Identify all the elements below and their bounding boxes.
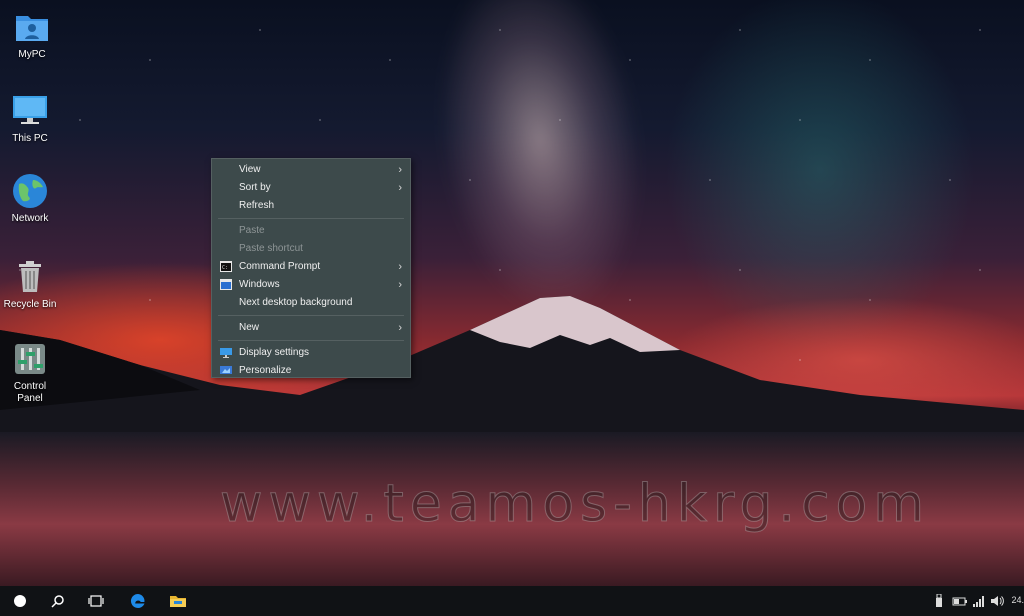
menu-item-paste-shortcut[interactable]: Paste shortcut bbox=[212, 240, 410, 258]
menu-item-label: New bbox=[239, 322, 260, 333]
desktop-icon-control-panel[interactable]: Control Panel bbox=[0, 340, 62, 405]
desktop-icon-network[interactable]: Network bbox=[0, 172, 62, 225]
svg-text:C:: C: bbox=[222, 265, 228, 271]
desktop-icon-label: MyPC bbox=[18, 49, 46, 60]
edge-icon bbox=[130, 593, 145, 608]
menu-item-label: Paste bbox=[239, 225, 265, 236]
menu-item-label: View bbox=[239, 164, 261, 175]
menu-item-label: Next desktop background bbox=[239, 297, 353, 308]
menu-item-label: Command Prompt bbox=[239, 261, 321, 272]
chevron-right-icon: › bbox=[398, 322, 402, 334]
menu-separator bbox=[218, 315, 404, 316]
menu-item-paste[interactable]: Paste bbox=[212, 222, 410, 240]
watermark-text: www.teamos-hkrg.com bbox=[219, 474, 931, 535]
battery-icon[interactable] bbox=[952, 594, 968, 608]
desktop-context-menu: View › Sort by › Refresh Paste Paste sho… bbox=[211, 158, 411, 378]
globe-icon bbox=[13, 174, 47, 208]
menu-item-sort-by[interactable]: Sort by › bbox=[212, 179, 410, 197]
menu-item-label: Sort by bbox=[239, 182, 271, 193]
user-folder-icon bbox=[16, 16, 48, 41]
task-view-icon bbox=[88, 595, 104, 607]
control-panel-icon bbox=[15, 344, 45, 374]
desktop-wallpaper[interactable]: www.teamos-hkrg.com bbox=[0, 0, 1024, 586]
desktop-icon-label: Network bbox=[11, 213, 49, 224]
desktop-icon-label: This PC bbox=[12, 133, 48, 144]
network-icon[interactable] bbox=[972, 594, 986, 608]
desktop-icon-mypc[interactable]: MyPC bbox=[0, 8, 64, 61]
usb-icon[interactable] bbox=[934, 594, 944, 608]
window-icon bbox=[220, 279, 232, 290]
menu-item-label: Windows bbox=[239, 279, 280, 290]
edge-button[interactable] bbox=[120, 586, 156, 616]
start-icon bbox=[14, 595, 26, 607]
desktop-icon-this-pc[interactable]: This PC bbox=[0, 92, 62, 145]
wallpaper-mountain bbox=[0, 296, 1024, 440]
chevron-right-icon: › bbox=[398, 182, 402, 194]
recycle-bin-icon bbox=[19, 261, 41, 292]
menu-item-windows[interactable]: Windows › bbox=[212, 276, 410, 294]
chevron-right-icon: › bbox=[398, 164, 402, 176]
menu-item-label: Refresh bbox=[239, 200, 275, 211]
menu-separator bbox=[218, 218, 404, 219]
menu-item-label: Display settings bbox=[239, 347, 310, 358]
chevron-right-icon: › bbox=[398, 261, 402, 273]
command-prompt-icon: C: bbox=[220, 261, 232, 272]
display-settings-icon bbox=[220, 348, 232, 358]
search-button[interactable] bbox=[40, 586, 76, 616]
menu-item-personalize[interactable]: Personalize bbox=[212, 362, 410, 380]
menu-item-label: Personalize bbox=[239, 365, 292, 376]
menu-item-new[interactable]: New › bbox=[212, 319, 410, 337]
menu-item-label: Paste shortcut bbox=[239, 243, 303, 254]
personalize-icon bbox=[220, 366, 232, 374]
menu-item-view[interactable]: View › bbox=[212, 161, 410, 179]
search-icon bbox=[51, 595, 64, 608]
desktop-icon-label: Recycle Bin bbox=[3, 299, 57, 310]
file-explorer-icon bbox=[170, 596, 186, 607]
desktop-icon-recycle-bin[interactable]: Recycle Bin bbox=[0, 258, 62, 311]
taskbar-clock[interactable]: 24. bbox=[1011, 595, 1024, 605]
task-view-button[interactable] bbox=[78, 586, 114, 616]
file-explorer-button[interactable] bbox=[160, 586, 196, 616]
taskbar: 24. bbox=[0, 586, 1024, 616]
menu-separator bbox=[218, 340, 404, 341]
menu-item-display-settings[interactable]: Display settings bbox=[212, 344, 410, 362]
menu-item-refresh[interactable]: Refresh bbox=[212, 197, 410, 215]
menu-item-command-prompt[interactable]: C: Command Prompt › bbox=[212, 258, 410, 276]
volume-icon[interactable] bbox=[990, 594, 1004, 608]
chevron-right-icon: › bbox=[398, 279, 402, 291]
start-button[interactable] bbox=[2, 586, 38, 616]
menu-item-next-desktop-background[interactable]: Next desktop background bbox=[212, 294, 410, 312]
monitor-icon bbox=[13, 96, 47, 124]
desktop-icon-label: Control Panel bbox=[13, 381, 47, 404]
